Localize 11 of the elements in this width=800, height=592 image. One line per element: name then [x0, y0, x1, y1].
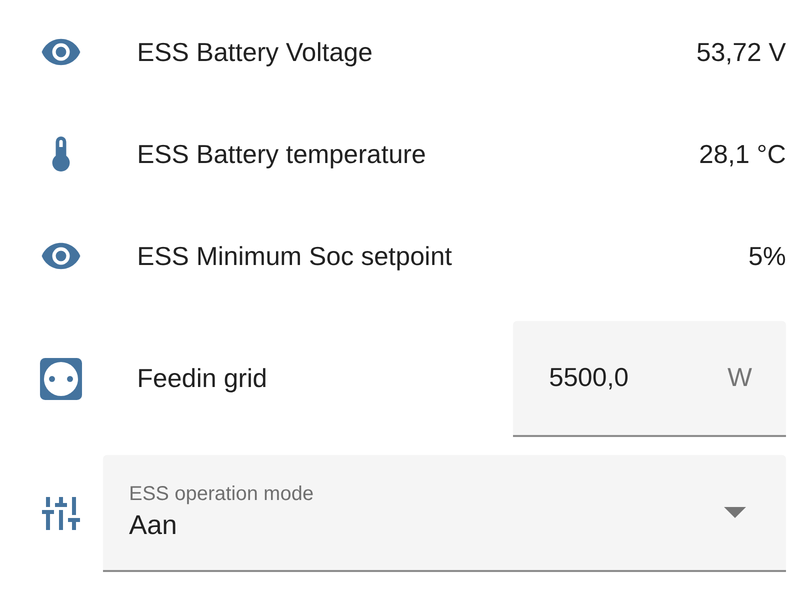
entity-value: 28,1 °C [698, 138, 786, 170]
mode-select[interactable]: ESS operation mode Aan [103, 454, 786, 572]
entity-name: Feedin grid [137, 363, 268, 394]
dropdown-caret-icon [724, 506, 746, 518]
entity-name: ESS Battery Voltage [137, 36, 373, 68]
entity-name: ESS Battery temperature [137, 138, 426, 170]
entity-value: 53,72 V [696, 36, 786, 68]
entity-value: 5% [748, 240, 786, 272]
power-socket-icon [40, 358, 82, 400]
number-input-field[interactable]: 5500,0 W [513, 320, 786, 436]
entity-name: ESS Minimum Soc setpoint [137, 240, 452, 272]
